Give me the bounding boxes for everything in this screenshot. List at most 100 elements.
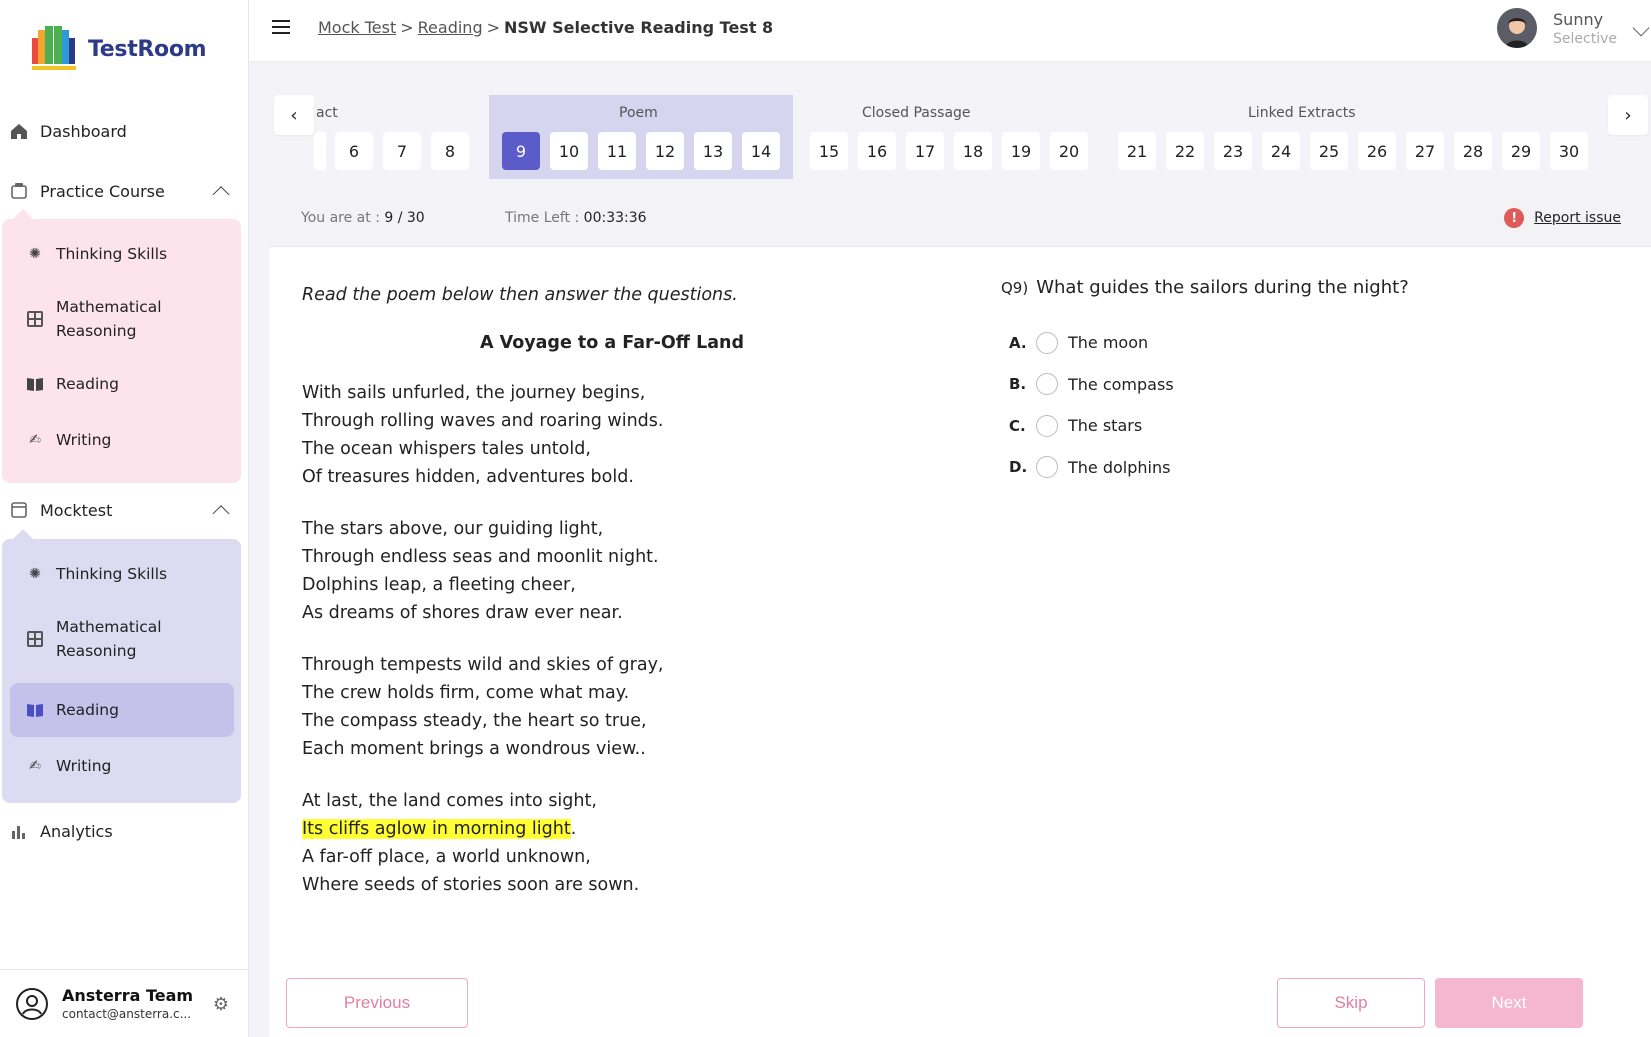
next-button[interactable]: Next xyxy=(1435,978,1583,1028)
logo[interactable]: TestRoom xyxy=(28,22,207,76)
question-block: Q9) What guides the sailors during the n… xyxy=(1001,277,1621,488)
practice-item-label: Reading xyxy=(56,375,119,393)
radio-button[interactable] xyxy=(1036,456,1058,479)
question-button[interactable]: 16 xyxy=(858,132,896,170)
nav-mocktest-label: Mocktest xyxy=(40,500,113,520)
breadcrumb-current: NSW Selective Reading Test 8 xyxy=(504,18,774,37)
highlighted-text[interactable]: Its cliffs aglow in morning light xyxy=(302,819,571,839)
mocktest-item-reading[interactable]: Reading xyxy=(10,683,234,737)
time-value: 00:33:36 xyxy=(583,210,647,226)
radio-button[interactable] xyxy=(1036,414,1058,437)
question-button[interactable]: 28 xyxy=(1454,132,1492,170)
question-button[interactable]: 13 xyxy=(694,132,732,170)
nav-practice-course[interactable]: Practice Course xyxy=(0,176,249,206)
option-text: The moon xyxy=(1068,333,1149,353)
practice-item-thinking-skills[interactable]: ✺ Thinking Skills xyxy=(10,231,234,277)
gear-icon[interactable]: ⚙ xyxy=(213,994,229,1015)
question-button[interactable]: 25 xyxy=(1310,132,1348,170)
next-questions-button[interactable]: › xyxy=(1608,95,1648,135)
poem-line: As dreams of shores draw ever near. xyxy=(302,603,623,623)
radio-button[interactable] xyxy=(1036,331,1058,354)
question-button[interactable]: 14 xyxy=(742,132,780,170)
writing-hand-icon: ✍ xyxy=(29,432,41,448)
poem-line: The stars above, our guiding light, xyxy=(302,519,604,539)
calculator-icon xyxy=(26,310,44,328)
question-button[interactable]: 6 xyxy=(335,132,373,170)
mocktest-item-thinking-skills[interactable]: ✺ Thinking Skills xyxy=(10,551,234,597)
question-button[interactable]: 21 xyxy=(1118,132,1156,170)
nav-analytics[interactable]: Analytics xyxy=(0,816,249,846)
practice-item-label: Mathematical Reasoning xyxy=(56,298,162,340)
question-button[interactable]: 7 xyxy=(383,132,421,170)
answer-option[interactable]: B. The compass xyxy=(1001,364,1621,406)
question-button[interactable]: 18 xyxy=(954,132,992,170)
prev-questions-button[interactable]: ‹ xyxy=(274,95,314,135)
option-letter: B. xyxy=(1009,375,1027,394)
question-button[interactable]: 12 xyxy=(646,132,684,170)
poem-line: Of treasures hidden, adventures bold. xyxy=(302,467,634,487)
question-button[interactable]: 11 xyxy=(598,132,636,170)
practice-item-writing[interactable]: ✍ Writing xyxy=(10,417,234,463)
mocktest-item-mathematical-reasoning[interactable]: Mathematical Reasoning xyxy=(10,607,234,671)
breadcrumb-separator: > xyxy=(486,18,501,37)
question-button[interactable]: 29 xyxy=(1502,132,1540,170)
practice-item-reading[interactable]: Reading xyxy=(10,361,234,407)
answer-option[interactable]: A. The moon xyxy=(1001,322,1621,364)
breadcrumb-mock-test[interactable]: Mock Test xyxy=(318,18,396,37)
question-button[interactable]: 8 xyxy=(431,132,469,170)
report-issue-link[interactable]: Report issue xyxy=(1534,210,1621,226)
book-icon xyxy=(26,375,44,393)
poem-stanza: With sails unfurled, the journey begins,… xyxy=(302,379,862,491)
question-button[interactable]: 10 xyxy=(550,132,588,170)
poem-line: With sails unfurled, the journey begins, xyxy=(302,383,646,403)
question-button[interactable]: 23 xyxy=(1214,132,1252,170)
question-button[interactable]: 17 xyxy=(906,132,944,170)
question-button[interactable]: 26 xyxy=(1358,132,1396,170)
answer-options: A. The moon B. The compass C. The stars … xyxy=(1001,322,1621,488)
question-button[interactable]: 30 xyxy=(1550,132,1588,170)
poem-title: A Voyage to a Far-Off Land xyxy=(479,333,745,353)
question-button[interactable]: 27 xyxy=(1406,132,1444,170)
mocktest-icon xyxy=(10,501,28,519)
question-button[interactable]: 19 xyxy=(1002,132,1040,170)
nav-dashboard[interactable]: Dashboard xyxy=(0,116,249,146)
poem-line-highlighted: Its cliffs aglow in morning light. xyxy=(302,815,862,843)
user-menu[interactable]: Sunny Selective xyxy=(1497,8,1651,48)
user-avatar-icon xyxy=(16,987,48,1020)
home-icon xyxy=(10,122,28,140)
nav-mocktest[interactable]: Mocktest xyxy=(0,495,249,525)
question-number: Q9) xyxy=(1001,279,1029,297)
logo-text: TestRoom xyxy=(88,36,207,62)
poem-line: Through rolling waves and roaring winds. xyxy=(302,411,664,431)
mocktest-submenu: ✺ Thinking Skills Mathematical Reasoning… xyxy=(2,529,241,803)
question-button-partial[interactable] xyxy=(314,132,326,170)
calculator-icon xyxy=(26,630,44,648)
option-letter: C. xyxy=(1009,416,1026,435)
question-button[interactable]: 20 xyxy=(1050,132,1088,170)
user-role: Selective xyxy=(1553,30,1617,47)
question-button[interactable]: 15 xyxy=(810,132,848,170)
mocktest-item-label: Reading xyxy=(56,701,119,719)
chevron-down-icon[interactable] xyxy=(1632,19,1650,37)
hamburger-menu-icon[interactable] xyxy=(272,20,290,34)
question-button[interactable]: 24 xyxy=(1262,132,1300,170)
nav-dashboard-label: Dashboard xyxy=(40,121,127,141)
question-button[interactable]: 22 xyxy=(1166,132,1204,170)
breadcrumb-reading[interactable]: Reading xyxy=(418,18,483,37)
time-label: Time Left : xyxy=(505,210,580,226)
time-left: Time Left : 00:33:36 xyxy=(505,210,647,226)
answer-option[interactable]: C. The stars xyxy=(1001,405,1621,447)
sidebar: TestRoom Dashboard Practice Course ✺ Thi… xyxy=(0,0,249,1037)
previous-button[interactable]: Previous xyxy=(286,978,468,1028)
logo-book-icon xyxy=(28,22,80,76)
radio-button[interactable] xyxy=(1036,373,1058,396)
chevron-up-icon[interactable] xyxy=(212,505,230,523)
skip-button[interactable]: Skip xyxy=(1277,978,1425,1028)
chevron-up-icon[interactable] xyxy=(212,186,230,204)
practice-item-mathematical-reasoning[interactable]: Mathematical Reasoning xyxy=(10,287,234,351)
report-issue[interactable]: ! Report issue xyxy=(1504,208,1621,228)
answer-option[interactable]: D. The dolphins xyxy=(1001,447,1621,489)
question-button-current[interactable]: 9 xyxy=(502,132,540,170)
nav-practice-label: Practice Course xyxy=(40,181,165,201)
mocktest-item-writing[interactable]: ✍ Writing xyxy=(10,743,234,789)
